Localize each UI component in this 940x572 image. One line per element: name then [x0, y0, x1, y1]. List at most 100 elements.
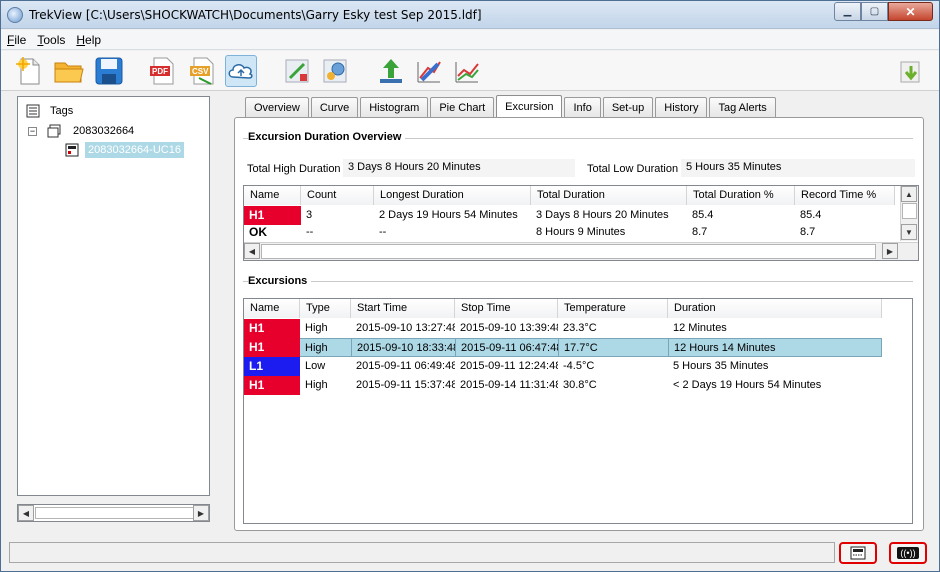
- row-count: --: [306, 226, 314, 238]
- logger-status-button[interactable]: [839, 542, 877, 564]
- excursions-grid: Name Type Start Time Stop Time Temperatu…: [243, 298, 913, 524]
- table-row-selected[interactable]: H1 High 2015-09-10 18:33:48 2015-09-11 0…: [244, 338, 882, 357]
- row-temperature: 23.3°C: [563, 322, 597, 334]
- maximize-button[interactable]: ▢: [861, 2, 888, 21]
- row-name: H1: [244, 338, 300, 357]
- close-button[interactable]: ✕: [888, 2, 933, 21]
- row-stop: 2015-09-11 06:47:48: [455, 338, 558, 357]
- overview-horizontal-scrollbar[interactable]: ◀ ▶: [244, 242, 918, 260]
- row-stop: 2015-09-14 11:31:48: [460, 379, 558, 391]
- tab-histogram[interactable]: Histogram: [360, 97, 429, 118]
- minimize-button[interactable]: ▁: [834, 2, 861, 21]
- excursions-divider: [243, 281, 913, 282]
- download-to-device-icon[interactable]: [281, 55, 313, 87]
- row-total: 8 Hours 9 Minutes: [536, 226, 626, 238]
- edit-chart-icon[interactable]: [413, 55, 445, 87]
- tree-tag[interactable]: 2083032664-UC16: [65, 142, 184, 158]
- scroll-thumb[interactable]: [261, 244, 876, 259]
- row-temperature: 30.8°C: [563, 379, 597, 391]
- scroll-thumb[interactable]: [35, 507, 195, 519]
- row-name: OK: [249, 225, 267, 239]
- export-right-icon[interactable]: [896, 55, 928, 87]
- row-total-pct: 8.7: [692, 226, 708, 238]
- logger-tag-icon: [65, 143, 79, 157]
- tab-overview[interactable]: Overview: [245, 97, 309, 118]
- tab-bar: Overview Curve Histogram Pie Chart Excur…: [245, 95, 778, 118]
- scroll-down-icon[interactable]: ▼: [901, 224, 917, 240]
- total-high-value: 3 Days 8 Hours 20 Minutes: [343, 159, 575, 177]
- row-name: L1: [244, 357, 300, 376]
- col-stop-time[interactable]: Stop Time: [455, 299, 558, 318]
- csv-export-icon[interactable]: CSV: [186, 55, 218, 87]
- overview-vertical-scrollbar[interactable]: ▲ ▼: [900, 186, 918, 241]
- col-record-time-pct[interactable]: Record Time %: [795, 186, 895, 205]
- table-row[interactable]: L1 Low 2015-09-11 06:49:48 2015-09-11 12…: [244, 357, 882, 376]
- col-longest-duration[interactable]: Longest Duration: [374, 186, 531, 205]
- tree-horizontal-scrollbar[interactable]: ◀ ▶: [17, 504, 210, 522]
- new-file-icon[interactable]: [13, 55, 45, 87]
- row-name: H1: [244, 319, 300, 338]
- menu-file[interactable]: File: [7, 33, 26, 47]
- row-longest: --: [379, 226, 387, 238]
- row-record-pct: 8.7: [800, 226, 816, 238]
- col-temperature[interactable]: Temperature: [558, 299, 668, 318]
- open-folder-icon[interactable]: [53, 55, 85, 87]
- row-name: H1: [244, 376, 300, 395]
- wireless-icon: ((•)): [897, 547, 919, 559]
- table-row[interactable]: OK -- -- 8 Hours 9 Minutes 8.7 8.7: [244, 223, 895, 242]
- scroll-up-icon[interactable]: ▲: [901, 186, 917, 202]
- tab-setup[interactable]: Set-up: [602, 97, 654, 118]
- scroll-thumb[interactable]: [902, 203, 917, 219]
- col-total-duration-pct[interactable]: Total Duration %: [687, 186, 795, 205]
- overview-section-title: Excursion Duration Overview: [248, 131, 406, 143]
- save-icon[interactable]: [93, 55, 125, 87]
- total-low-value: 5 Hours 35 Minutes: [681, 159, 915, 177]
- col-total-duration[interactable]: Total Duration: [531, 186, 687, 205]
- tree-root[interactable]: Tags: [26, 104, 73, 118]
- table-row[interactable]: H1 High 2015-09-10 13:27:48 2015-09-10 1…: [244, 319, 882, 338]
- status-bar: [9, 542, 835, 563]
- row-temperature: 17.7°C: [558, 338, 668, 357]
- configure-icon[interactable]: [319, 55, 351, 87]
- scroll-left-icon[interactable]: ◀: [244, 243, 260, 259]
- title-bar: TrekView [C:\Users\SHOCKWATCH\Documents\…: [1, 1, 939, 29]
- col-type[interactable]: Type: [300, 299, 351, 318]
- device-icon: [47, 124, 61, 138]
- logger-device-icon: [850, 546, 866, 560]
- col-count[interactable]: Count: [301, 186, 374, 205]
- excursion-tab-page: Excursion Duration Overview Total High D…: [234, 117, 924, 531]
- row-stop: 2015-09-11 12:24:48: [460, 360, 558, 372]
- tag-tree: Tags − 2083032664 2083032664-UC16: [17, 96, 210, 496]
- col-duration[interactable]: Duration: [668, 299, 882, 318]
- table-row[interactable]: H1 High 2015-09-11 15:37:48 2015-09-14 1…: [244, 376, 882, 395]
- tab-info[interactable]: Info: [564, 97, 601, 118]
- wireless-status-button[interactable]: ((•)): [889, 542, 927, 564]
- total-low-label: Total Low Duration: [587, 163, 679, 175]
- menu-help[interactable]: Help: [76, 33, 101, 47]
- menu-tools[interactable]: Tools: [37, 33, 65, 47]
- scroll-right-icon[interactable]: ▶: [193, 505, 209, 521]
- svg-text:PDF: PDF: [152, 67, 168, 76]
- tab-pie-chart[interactable]: Pie Chart: [430, 97, 495, 118]
- col-start-time[interactable]: Start Time: [351, 299, 455, 318]
- tree-device[interactable]: − 2083032664: [28, 124, 134, 138]
- chart-icon[interactable]: [451, 55, 483, 87]
- scroll-right-icon[interactable]: ▶: [882, 243, 898, 259]
- collapse-icon[interactable]: −: [28, 126, 37, 136]
- tab-tag-alerts[interactable]: Tag Alerts: [709, 97, 776, 118]
- upload-icon[interactable]: [375, 55, 407, 87]
- tab-curve[interactable]: Curve: [310, 97, 359, 118]
- col-name[interactable]: Name: [244, 186, 301, 205]
- scroll-left-icon[interactable]: ◀: [18, 505, 34, 521]
- row-start: 2015-09-10 13:27:48: [356, 322, 455, 334]
- total-high-label: Total High Duration: [247, 163, 341, 175]
- overview-grid-header: Name Count Longest Duration Total Durati…: [244, 186, 895, 205]
- pdf-export-icon[interactable]: PDF: [146, 55, 178, 87]
- tab-history[interactable]: History: [655, 97, 708, 118]
- row-type: High: [300, 338, 351, 357]
- menu-bar: File Tools Help: [1, 30, 939, 50]
- tree-tag-label: 2083032664-UC16: [85, 142, 184, 158]
- cloud-upload-icon[interactable]: [225, 55, 257, 87]
- tab-excursion[interactable]: Excursion: [496, 95, 563, 118]
- col-name[interactable]: Name: [244, 299, 300, 318]
